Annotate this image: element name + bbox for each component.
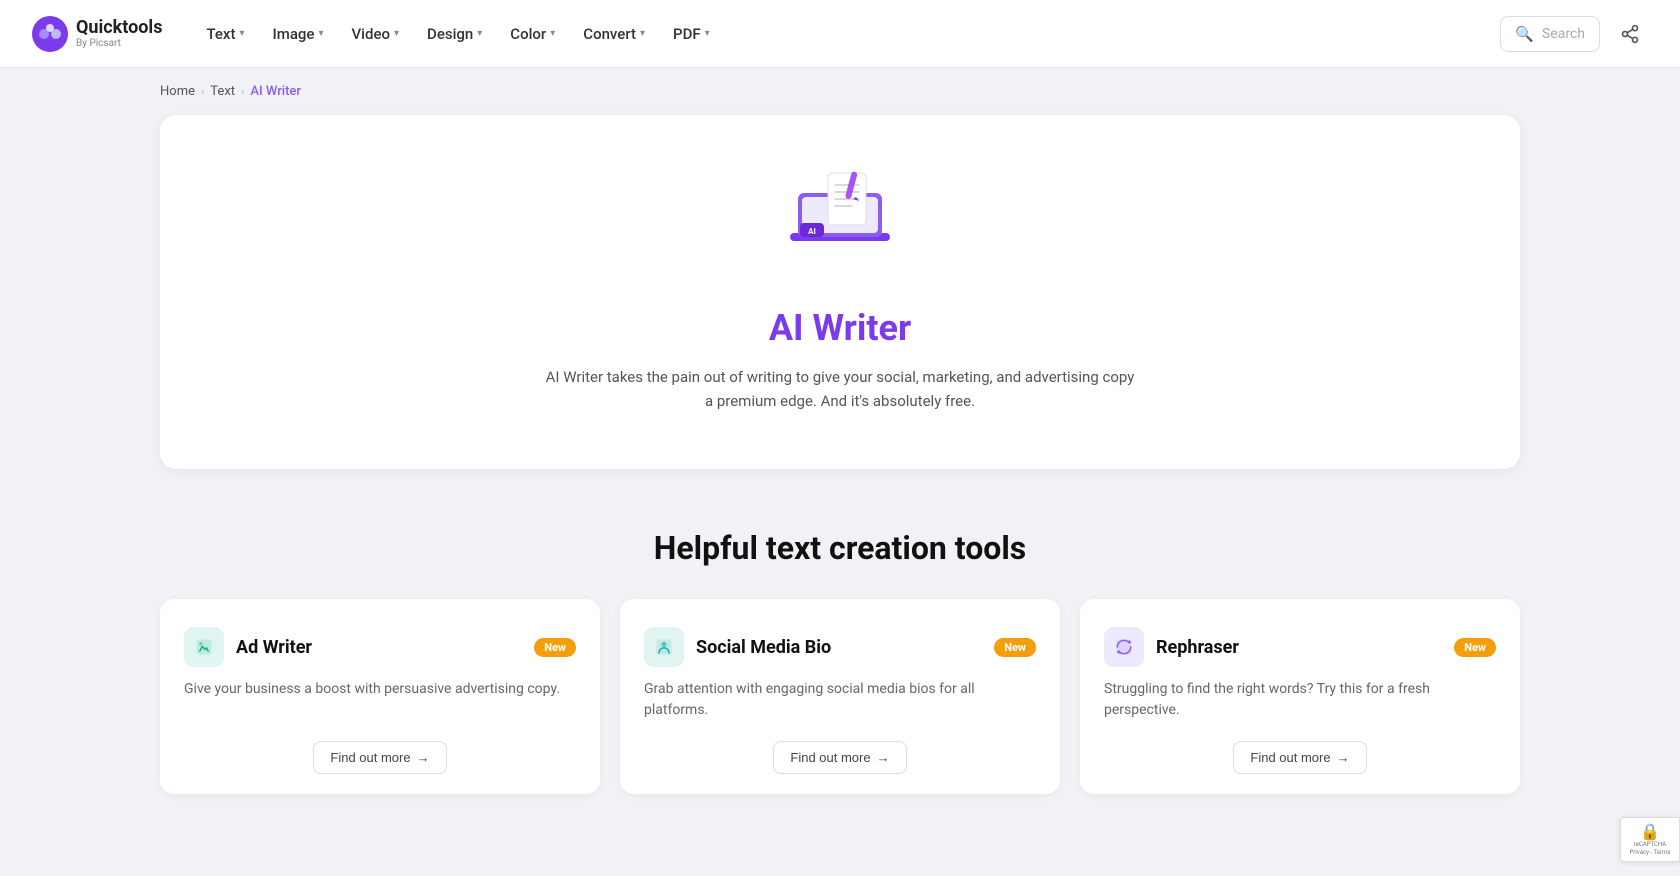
navbar: Quicktools By Picsart Text ▾ Image ▾ Vid… [0, 0, 1680, 68]
hero-title: AI Writer [769, 307, 911, 349]
nav-item-text[interactable]: Text ▾ [194, 17, 256, 51]
ad-writer-badge: New [534, 638, 576, 657]
ad-writer-find-out-button[interactable]: Find out more → [313, 741, 446, 774]
search-placeholder: Search [1542, 26, 1585, 42]
rephraser-desc: Struggling to find the right words? Try … [1104, 679, 1496, 721]
tools-grid: Ad Writer New Give your business a boost… [160, 599, 1520, 794]
rephraser-badge: New [1454, 638, 1496, 657]
nav-links: Text ▾ Image ▾ Video ▾ Design ▾ Color ▾ … [194, 17, 1500, 51]
arrow-right-icon: → [417, 750, 430, 765]
social-bio-badge: New [994, 638, 1036, 657]
nav-right: 🔍 Search [1500, 16, 1648, 52]
breadcrumb-current: AI Writer [250, 84, 301, 99]
rephraser-icon-wrap [1104, 627, 1144, 667]
nav-item-color[interactable]: Color ▾ [498, 17, 567, 51]
social-bio-icon [654, 637, 674, 657]
chevron-down-icon: ▾ [640, 28, 645, 39]
social-bio-find-out-button[interactable]: Find out more → [773, 741, 906, 774]
nav-item-design[interactable]: Design ▾ [415, 17, 494, 51]
rephraser-icon [1114, 637, 1134, 657]
breadcrumb-sep-2: › [241, 85, 244, 98]
nav-item-image[interactable]: Image ▾ [261, 17, 336, 51]
share-icon [1620, 24, 1640, 44]
chevron-down-icon: ▾ [705, 28, 710, 39]
tools-section-title: Helpful text creation tools [160, 529, 1520, 567]
nav-item-pdf[interactable]: PDF ▾ [661, 17, 722, 51]
logo[interactable]: Quicktools By Picsart [32, 16, 162, 52]
breadcrumb: Home › Text › AI Writer [0, 68, 1680, 115]
arrow-right-icon: → [1337, 750, 1350, 765]
tools-section: Helpful text creation tools Ad Writer Ne… [0, 509, 1680, 834]
chevron-down-icon: ▾ [239, 28, 244, 39]
tool-card-social-media-bio: Social Media Bio New Grab attention with… [620, 599, 1060, 794]
logo-icon [32, 16, 68, 52]
chevron-down-icon: ▾ [477, 28, 482, 39]
recaptcha-badge: 🔒 reCAPTCHAPrivacy - Terms [1620, 817, 1680, 862]
ad-writer-icon-wrap [184, 627, 224, 667]
ad-writer-name: Ad Writer [236, 637, 312, 658]
nav-item-video[interactable]: Video ▾ [339, 17, 411, 51]
breadcrumb-text[interactable]: Text [210, 84, 235, 99]
search-box[interactable]: 🔍 Search [1500, 16, 1600, 52]
chevron-down-icon: ▾ [550, 28, 555, 39]
breadcrumb-home[interactable]: Home [160, 84, 195, 99]
tool-card-rephraser: Rephraser New Struggling to find the rig… [1080, 599, 1520, 794]
hero-description: AI Writer takes the pain out of writing … [540, 365, 1140, 413]
hero-card: AI AI Writer AI Writer takes the pain ou… [160, 115, 1520, 469]
svg-text:AI: AI [808, 227, 816, 236]
chevron-down-icon: ▾ [318, 28, 323, 39]
logo-by-picsart: By Picsart [76, 38, 162, 49]
hero-section: AI AI Writer AI Writer takes the pain ou… [0, 115, 1680, 509]
tool-card-ad-writer: Ad Writer New Give your business a boost… [160, 599, 600, 794]
ad-writer-desc: Give your business a boost with persuasi… [184, 679, 576, 721]
social-bio-desc: Grab attention with engaging social medi… [644, 679, 1036, 721]
nav-item-convert[interactable]: Convert ▾ [571, 17, 657, 51]
rephraser-name: Rephraser [1156, 637, 1239, 658]
rephraser-find-out-button[interactable]: Find out more → [1233, 741, 1366, 774]
search-icon: 🔍 [1515, 25, 1534, 43]
ad-writer-icon [194, 637, 214, 657]
arrow-right-icon: → [877, 750, 890, 765]
chevron-down-icon: ▾ [394, 28, 399, 39]
breadcrumb-sep-1: › [201, 85, 204, 98]
social-bio-name: Social Media Bio [696, 637, 831, 658]
social-bio-icon-wrap [644, 627, 684, 667]
logo-quicktools: Quicktools [76, 18, 162, 38]
hero-illustration: AI [780, 163, 900, 283]
share-button[interactable] [1612, 16, 1648, 52]
